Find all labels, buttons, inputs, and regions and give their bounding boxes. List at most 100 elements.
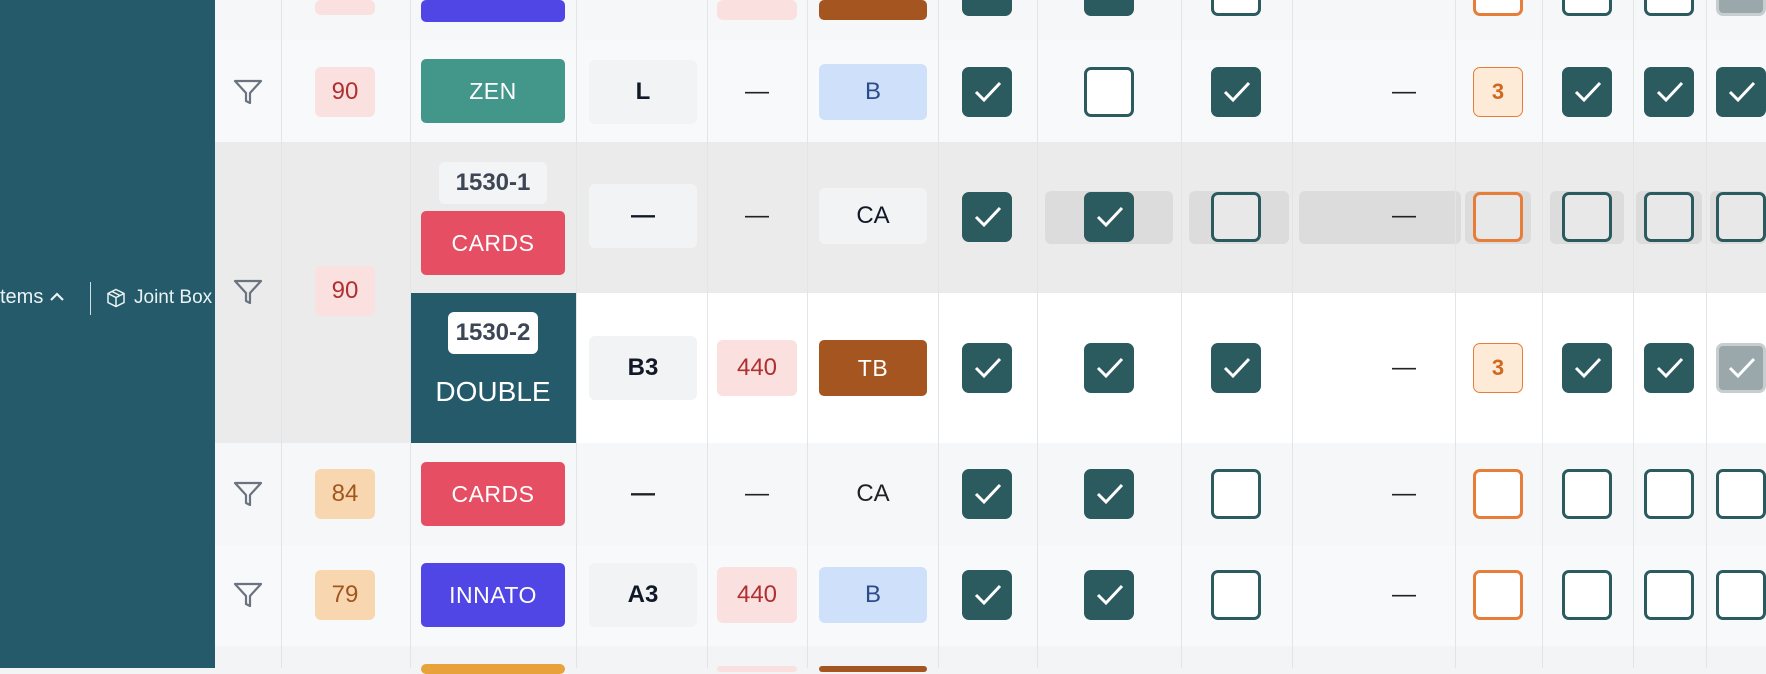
column-divider bbox=[281, 0, 282, 668]
column-divider bbox=[1706, 0, 1707, 668]
checkbox[interactable] bbox=[1716, 343, 1766, 393]
length-pill: 440 bbox=[717, 567, 797, 623]
filter-icon[interactable] bbox=[232, 276, 264, 308]
checkbox[interactable] bbox=[1562, 570, 1612, 620]
checkbox[interactable] bbox=[1084, 570, 1134, 620]
filter-icon[interactable] bbox=[232, 478, 264, 510]
checkbox[interactable] bbox=[1562, 469, 1612, 519]
checkbox[interactable] bbox=[1644, 0, 1694, 16]
column-divider bbox=[576, 0, 577, 668]
checkbox[interactable] bbox=[1084, 67, 1134, 117]
checkbox[interactable] bbox=[1084, 469, 1134, 519]
type-label: DOUBLE bbox=[435, 376, 551, 407]
code-text: CA bbox=[856, 480, 890, 507]
checkbox[interactable] bbox=[1211, 192, 1261, 242]
checkbox[interactable] bbox=[962, 67, 1012, 117]
filter-icon[interactable] bbox=[232, 579, 264, 611]
type-button[interactable] bbox=[421, 0, 565, 22]
number-badge: 90 bbox=[315, 67, 375, 117]
number-badge: 90 bbox=[315, 266, 375, 316]
type-button[interactable]: ZEN bbox=[421, 59, 565, 123]
code-button[interactable] bbox=[819, 666, 927, 672]
dash: — bbox=[745, 78, 769, 105]
length-badge bbox=[717, 666, 797, 672]
checkbox[interactable] bbox=[1644, 67, 1694, 117]
count-badge: 3 bbox=[1473, 67, 1523, 117]
table-row bbox=[215, 646, 1766, 674]
column-divider bbox=[938, 0, 939, 668]
checkbox[interactable] bbox=[1211, 0, 1261, 16]
checkbox[interactable] bbox=[962, 570, 1012, 620]
items-toggle[interactable]: tems bbox=[0, 282, 65, 312]
checkbox[interactable] bbox=[1084, 0, 1134, 16]
type-button[interactable] bbox=[421, 664, 565, 674]
checkbox[interactable] bbox=[1211, 343, 1261, 393]
filter-icon[interactable] bbox=[232, 76, 264, 108]
type-button[interactable]: INNATO bbox=[421, 563, 565, 627]
column-divider bbox=[1455, 0, 1456, 668]
checkbox[interactable] bbox=[1644, 192, 1694, 242]
type-button[interactable]: CARDS bbox=[421, 462, 565, 526]
size-pill: A3 bbox=[589, 563, 697, 627]
checkbox[interactable] bbox=[1084, 343, 1134, 393]
checkbox[interactable] bbox=[1562, 0, 1612, 16]
table-row: 79 INNATO A3 440 B — bbox=[215, 545, 1766, 646]
data-table: 90 ZEN L — B — 3 90 1530-1 CARDS — — CA … bbox=[215, 0, 1766, 674]
checkbox[interactable] bbox=[1562, 192, 1612, 242]
type-button[interactable]: CARDS bbox=[421, 211, 565, 275]
checkbox[interactable] bbox=[1716, 67, 1766, 117]
column-divider bbox=[1542, 0, 1543, 668]
column-divider bbox=[807, 0, 808, 668]
checkbox[interactable] bbox=[1473, 0, 1523, 16]
checkbox[interactable] bbox=[1716, 192, 1766, 242]
checkbox[interactable] bbox=[962, 469, 1012, 519]
table-row-group: 90 1530-1 CARDS — — CA — 1530-2 DOUBLE B… bbox=[215, 142, 1766, 443]
checkbox[interactable] bbox=[1644, 570, 1694, 620]
code-button[interactable]: TB bbox=[819, 340, 927, 396]
checkbox[interactable] bbox=[1716, 469, 1766, 519]
checkbox[interactable] bbox=[1562, 343, 1612, 393]
checkbox[interactable] bbox=[1644, 343, 1694, 393]
checkbox[interactable] bbox=[962, 343, 1012, 393]
size-pill: L bbox=[589, 60, 697, 124]
chevron-up-icon bbox=[50, 292, 65, 301]
table-row: 84 CARDS — — CA — bbox=[215, 443, 1766, 545]
checkbox[interactable] bbox=[1644, 469, 1694, 519]
checkbox[interactable] bbox=[1473, 192, 1523, 242]
sidebar: tems Joint Box bbox=[0, 0, 215, 668]
checkbox[interactable] bbox=[962, 0, 1012, 16]
number-badge: 84 bbox=[315, 469, 375, 519]
checkbox[interactable] bbox=[962, 192, 1012, 242]
code-pill: B bbox=[819, 64, 927, 120]
checkbox[interactable] bbox=[1211, 469, 1261, 519]
table-row bbox=[215, 0, 1766, 40]
checkbox[interactable] bbox=[1716, 0, 1766, 16]
column-divider bbox=[410, 0, 411, 668]
column-divider bbox=[707, 0, 708, 668]
sidebar-divider bbox=[90, 282, 91, 315]
checkbox[interactable] bbox=[1562, 67, 1612, 117]
column-divider bbox=[1181, 0, 1182, 668]
checkbox[interactable] bbox=[1473, 469, 1523, 519]
size-pill: B3 bbox=[589, 336, 697, 400]
joint-box-label: Joint Box bbox=[134, 287, 213, 308]
items-toggle-label: tems bbox=[0, 285, 44, 308]
code-pill: CA bbox=[819, 188, 927, 244]
checkbox[interactable] bbox=[1084, 192, 1134, 242]
length-badge bbox=[717, 0, 797, 20]
dash: — bbox=[1392, 480, 1416, 507]
column-divider bbox=[1633, 0, 1634, 668]
column-divider bbox=[1037, 0, 1038, 668]
code-button[interactable] bbox=[819, 0, 927, 20]
size-dash: — bbox=[631, 480, 655, 507]
checkbox[interactable] bbox=[1716, 570, 1766, 620]
dash: — bbox=[1392, 202, 1416, 229]
box-icon bbox=[107, 288, 125, 308]
checkbox[interactable] bbox=[1211, 570, 1261, 620]
joint-box-button[interactable]: Joint Box bbox=[106, 283, 212, 313]
checkbox[interactable] bbox=[1211, 67, 1261, 117]
checkbox[interactable] bbox=[1473, 570, 1523, 620]
item-id-tag: 1530-2 bbox=[448, 312, 538, 354]
dash: — bbox=[1392, 581, 1416, 608]
number-badge bbox=[315, 0, 375, 15]
